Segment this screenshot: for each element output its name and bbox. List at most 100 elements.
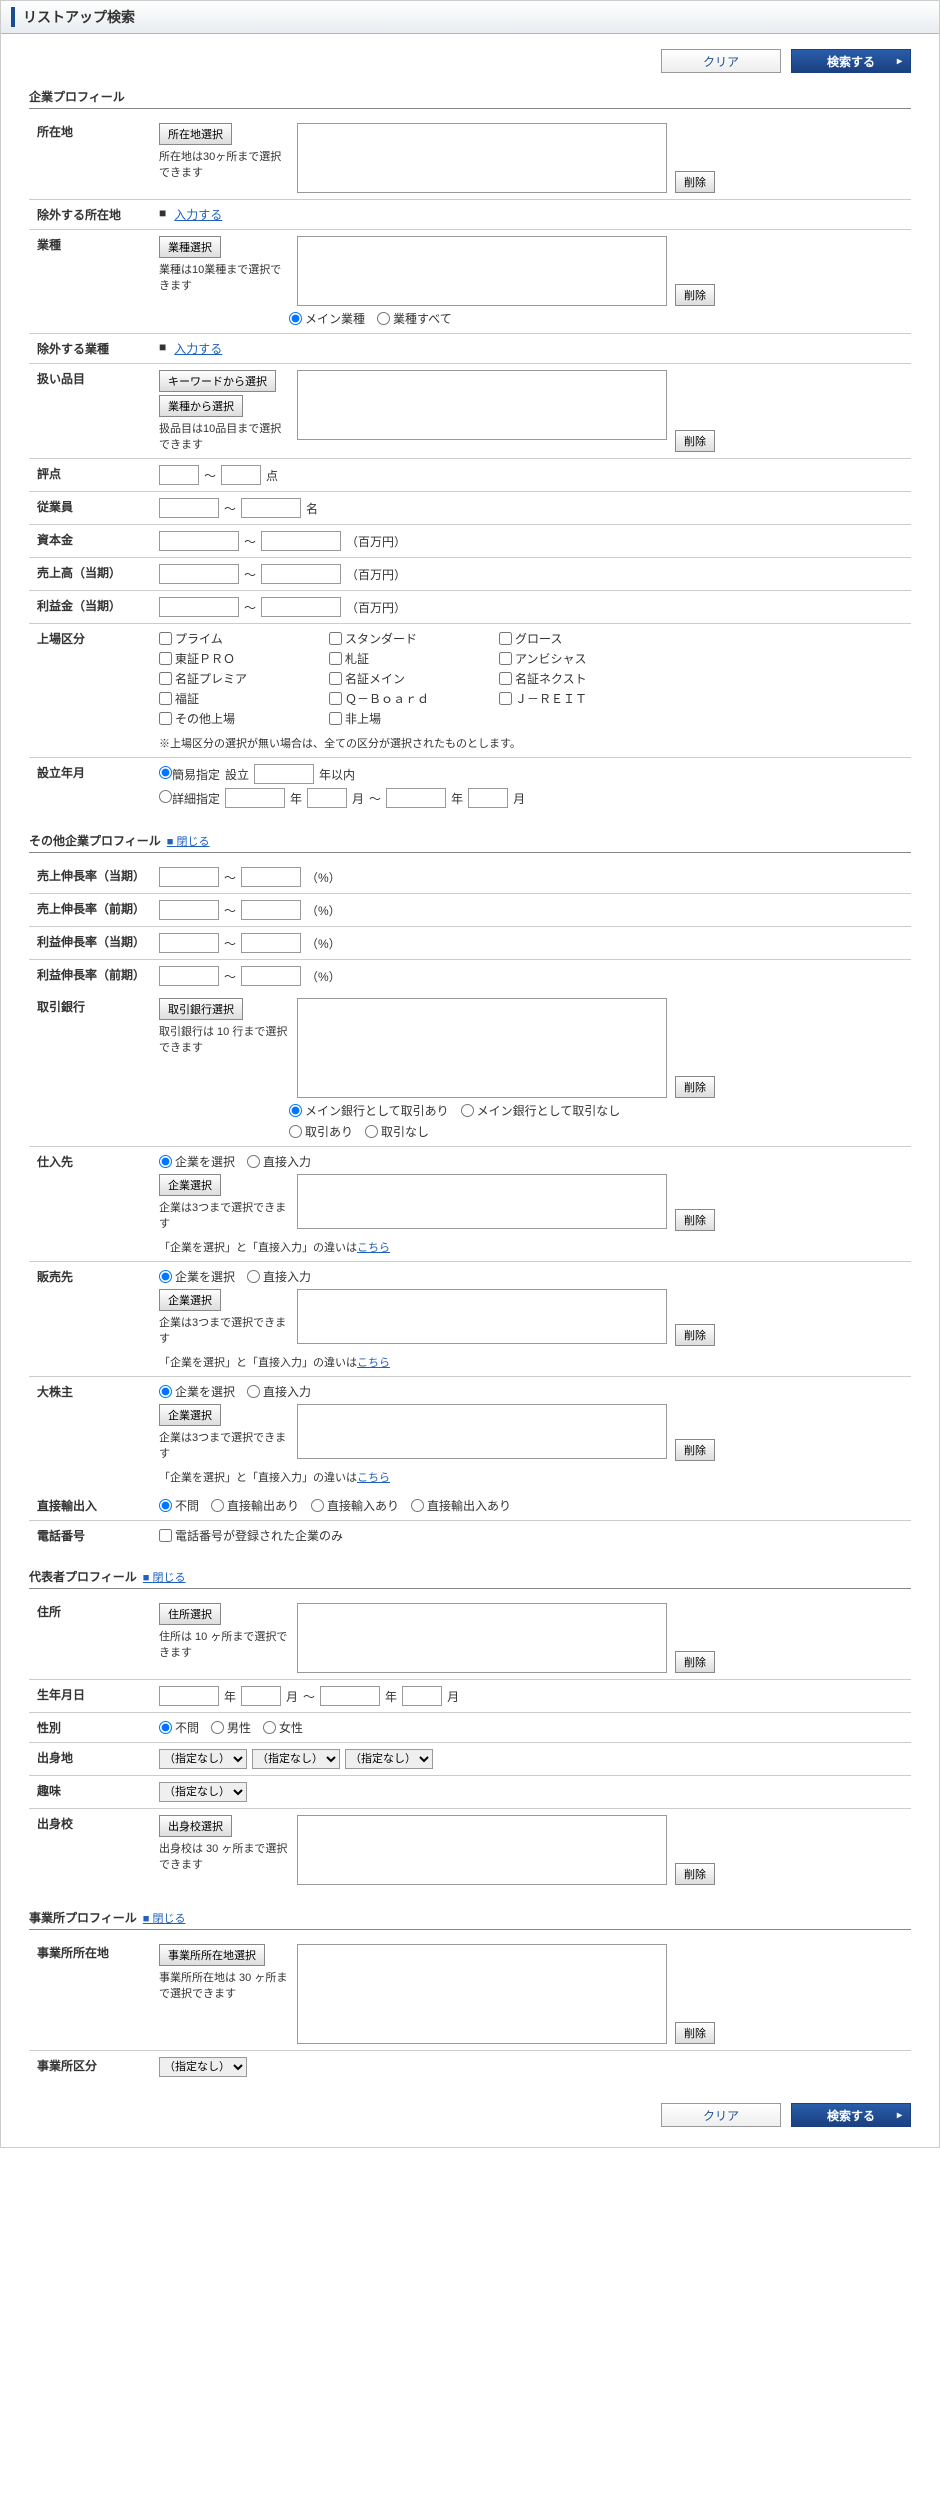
phone-check[interactable]: 電話番号が登録された企業のみ	[159, 1527, 343, 1544]
export-r2[interactable]: 直接輸出あり	[211, 1497, 299, 1514]
growth-3-to[interactable]	[241, 966, 301, 986]
supplier-list[interactable]	[297, 1174, 667, 1229]
gender-r3[interactable]: 女性	[263, 1719, 303, 1736]
origin-sel3[interactable]: （指定なし）	[345, 1749, 433, 1769]
founded-m2[interactable]	[468, 788, 508, 808]
birth-m1[interactable]	[241, 1686, 281, 1706]
office-type-sel[interactable]: （指定なし）	[159, 2057, 247, 2077]
school-list[interactable]	[297, 1815, 667, 1885]
founded-y1[interactable]	[225, 788, 285, 808]
industry-select-button[interactable]: 業種選択	[159, 236, 221, 258]
listing-check-2[interactable]: グロース	[499, 630, 659, 647]
customer-delete[interactable]: 削除	[675, 1324, 715, 1346]
supplier-help-link[interactable]: こちら	[357, 1242, 390, 1254]
shareholder-select-button[interactable]: 企業選択	[159, 1404, 221, 1426]
industry-list[interactable]	[297, 236, 667, 306]
birth-m2[interactable]	[402, 1686, 442, 1706]
bank-r2[interactable]: メイン銀行として取引なし	[461, 1102, 621, 1119]
founded-years[interactable]	[254, 764, 314, 784]
gender-r1[interactable]: 不問	[159, 1719, 199, 1736]
listing-check-12[interactable]: その他上場	[159, 710, 319, 727]
sales-to[interactable]	[261, 564, 341, 584]
profit-from[interactable]	[159, 597, 239, 617]
capital-from[interactable]	[159, 531, 239, 551]
export-r4[interactable]: 直接輸出入あり	[411, 1497, 511, 1514]
location-list[interactable]	[297, 123, 667, 193]
exclude-location-link[interactable]: 入力する	[174, 206, 222, 223]
search-button-bottom[interactable]: 検索する	[791, 2103, 911, 2127]
location-delete-button[interactable]: 削除	[675, 171, 715, 193]
customer-r2[interactable]: 直接入力	[247, 1268, 311, 1285]
clear-button[interactable]: クリア	[661, 49, 781, 73]
listing-check-5[interactable]: アンビシャス	[499, 650, 659, 667]
origin-sel2[interactable]: （指定なし）	[252, 1749, 340, 1769]
rep-address-button[interactable]: 住所選択	[159, 1603, 221, 1625]
profit-to[interactable]	[261, 597, 341, 617]
shareholder-r2[interactable]: 直接入力	[247, 1383, 311, 1400]
rep-toggle[interactable]: 閉じる	[143, 1572, 186, 1584]
score-to[interactable]	[221, 465, 261, 485]
rep-address-list[interactable]	[297, 1603, 667, 1673]
office-location-delete[interactable]: 削除	[675, 2022, 715, 2044]
office-toggle[interactable]: 閉じる	[143, 1913, 186, 1925]
birth-y1[interactable]	[159, 1686, 219, 1706]
bank-r1[interactable]: メイン銀行として取引あり	[289, 1102, 449, 1119]
customer-select-button[interactable]: 企業選択	[159, 1289, 221, 1311]
office-location-list[interactable]	[297, 1944, 667, 2044]
listing-check-10[interactable]: Ｑ－Ｂｏａｒｄ	[329, 690, 489, 707]
items-industry-button[interactable]: 業種から選択	[159, 395, 243, 417]
founded-detail-radio[interactable]: 詳細指定	[159, 790, 220, 807]
origin-sel1[interactable]: （指定なし）	[159, 1749, 247, 1769]
listing-check-6[interactable]: 名証プレミア	[159, 670, 319, 687]
sales-from[interactable]	[159, 564, 239, 584]
customer-help-link[interactable]: こちら	[357, 1357, 390, 1369]
growth-1-from[interactable]	[159, 900, 219, 920]
growth-2-to[interactable]	[241, 933, 301, 953]
customer-list[interactable]	[297, 1289, 667, 1344]
bank-select-button[interactable]: 取引銀行選択	[159, 998, 243, 1020]
bank-delete-button[interactable]: 削除	[675, 1076, 715, 1098]
capital-to[interactable]	[261, 531, 341, 551]
customer-r1[interactable]: 企業を選択	[159, 1268, 235, 1285]
other-toggle[interactable]: 閉じる	[167, 836, 210, 848]
shareholder-r1[interactable]: 企業を選択	[159, 1383, 235, 1400]
listing-check-13[interactable]: 非上場	[329, 710, 489, 727]
listing-check-11[interactable]: Ｊ－ＲＥＩＴ	[499, 690, 659, 707]
growth-2-from[interactable]	[159, 933, 219, 953]
industry-radio-main[interactable]: メイン業種	[289, 310, 365, 327]
location-select-button[interactable]: 所在地選択	[159, 123, 232, 145]
listing-check-3[interactable]: 東証ＰＲＯ	[159, 650, 319, 667]
shareholder-help-link[interactable]: こちら	[357, 1472, 390, 1484]
listing-check-9[interactable]: 福証	[159, 690, 319, 707]
founded-y2[interactable]	[386, 788, 446, 808]
office-location-button[interactable]: 事業所所在地選択	[159, 1944, 265, 1966]
listing-check-8[interactable]: 名証ネクスト	[499, 670, 659, 687]
growth-0-to[interactable]	[241, 867, 301, 887]
supplier-select-button[interactable]: 企業選択	[159, 1174, 221, 1196]
shareholder-list[interactable]	[297, 1404, 667, 1459]
school-button[interactable]: 出身校選択	[159, 1815, 232, 1837]
items-keyword-button[interactable]: キーワードから選択	[159, 370, 276, 392]
founded-simple-radio[interactable]: 簡易指定	[159, 766, 220, 783]
industry-radio-all[interactable]: 業種すべて	[377, 310, 452, 327]
employees-to[interactable]	[241, 498, 301, 518]
supplier-r2[interactable]: 直接入力	[247, 1153, 311, 1170]
gender-r2[interactable]: 男性	[211, 1719, 251, 1736]
score-from[interactable]	[159, 465, 199, 485]
hobby-sel[interactable]: （指定なし）	[159, 1782, 247, 1802]
supplier-delete[interactable]: 削除	[675, 1209, 715, 1231]
founded-m1[interactable]	[307, 788, 347, 808]
listing-check-0[interactable]: プライム	[159, 630, 319, 647]
bank-r4[interactable]: 取引なし	[365, 1123, 429, 1140]
export-r3[interactable]: 直接輸入あり	[311, 1497, 399, 1514]
growth-3-from[interactable]	[159, 966, 219, 986]
export-r1[interactable]: 不問	[159, 1497, 199, 1514]
exclude-industry-link[interactable]: 入力する	[174, 340, 222, 357]
listing-check-7[interactable]: 名証メイン	[329, 670, 489, 687]
listing-check-4[interactable]: 札証	[329, 650, 489, 667]
listing-check-1[interactable]: スタンダード	[329, 630, 489, 647]
industry-delete-button[interactable]: 削除	[675, 284, 715, 306]
bank-r3[interactable]: 取引あり	[289, 1123, 353, 1140]
employees-from[interactable]	[159, 498, 219, 518]
clear-button-bottom[interactable]: クリア	[661, 2103, 781, 2127]
